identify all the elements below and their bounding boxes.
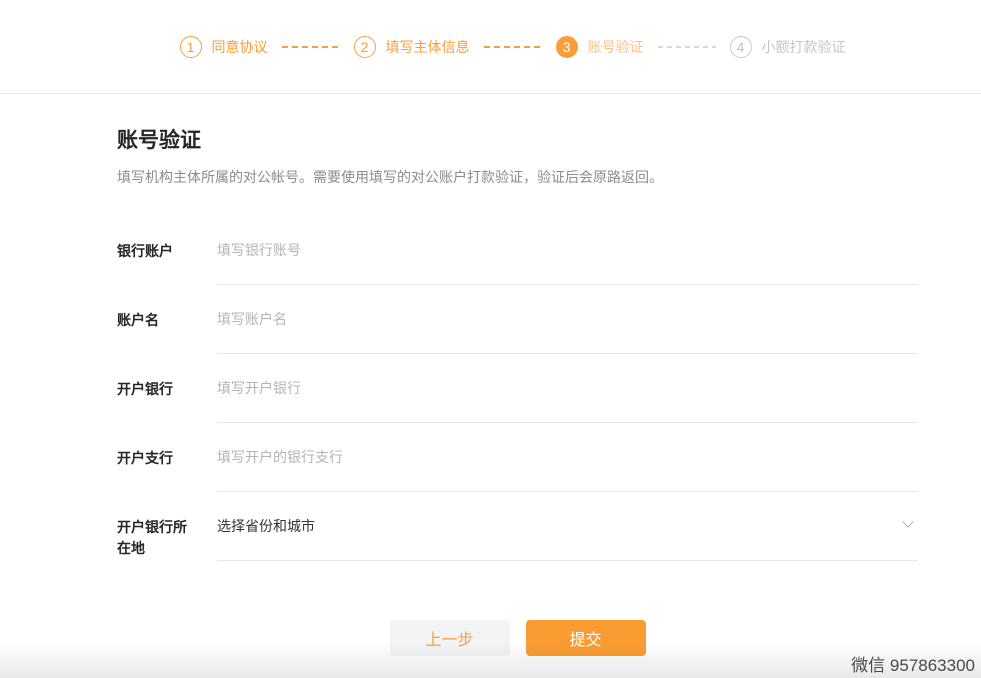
- region-select-value: 选择省份和城市: [217, 518, 315, 534]
- form-row-bank-account: 银行账户: [117, 216, 918, 285]
- step-2-label: 填写主体信息: [385, 38, 470, 55]
- step-entity-info: 2 填写主体信息: [353, 35, 470, 58]
- step-2-circle: 2: [353, 35, 376, 58]
- page-title: 账号验证: [117, 129, 201, 152]
- step-4-label: 小额打款验证: [761, 38, 846, 55]
- account-name-label: 账户名: [117, 312, 159, 328]
- step-4-circle: 4: [729, 35, 752, 58]
- previous-step-button[interactable]: 上一步: [389, 620, 510, 656]
- bank-account-form: 银行账户 账户名 开户银行 开户支行 开户银行所在地: [117, 216, 918, 561]
- step-payment-verify: 4 小额打款验证: [729, 35, 846, 58]
- chevron-down-icon: [902, 516, 914, 528]
- bank-name-label: 开户银行: [117, 381, 173, 397]
- form-row-bank-branch: 开户支行: [117, 423, 918, 492]
- main-content: 账号验证 填写机构主体所属的对公帐号。需要使用填写的对公账户打款验证，验证后会原…: [117, 130, 918, 656]
- step-connector: [281, 45, 340, 48]
- progress-stepper: 1 同意协议 2 填写主体信息 3 账号验证 4 小额打款验证: [179, 35, 846, 58]
- submit-button[interactable]: 提交: [525, 620, 646, 656]
- step-3-label: 账号验证: [587, 38, 644, 55]
- bank-branch-input[interactable]: [217, 447, 918, 468]
- step-3-circle: 3: [555, 35, 578, 58]
- bank-name-control: [217, 354, 918, 423]
- step-agree-agreement: 1 同意协议: [179, 35, 268, 58]
- step-connector: [483, 45, 542, 48]
- step-connector: [657, 45, 716, 48]
- form-row-bank-name: 开户银行: [117, 354, 918, 423]
- bank-branch-label: 开户支行: [117, 450, 173, 466]
- region-select[interactable]: 选择省份和城市: [217, 492, 918, 561]
- account-name-input[interactable]: [217, 309, 918, 330]
- step-1-circle: 1: [179, 35, 202, 58]
- step-1-label: 同意协议: [211, 38, 268, 55]
- page-description: 填写机构主体所属的对公帐号。需要使用填写的对公账户打款验证，验证后会原路返回。: [117, 169, 663, 185]
- bank-branch-control: [217, 423, 918, 492]
- bank-name-input[interactable]: [217, 378, 918, 399]
- account-name-control: [217, 285, 918, 354]
- bank-region-label: 开户银行所在地: [117, 519, 187, 556]
- form-actions: 上一步 提交: [117, 620, 918, 656]
- stepper-header: 1 同意协议 2 填写主体信息 3 账号验证 4 小额打款验证: [0, 0, 981, 94]
- bank-account-control: [217, 216, 918, 285]
- form-row-bank-region: 开户银行所在地 选择省份和城市: [117, 492, 918, 561]
- bank-account-input[interactable]: [217, 240, 918, 261]
- form-row-account-name: 账户名: [117, 285, 918, 354]
- bank-account-label: 银行账户: [117, 243, 173, 259]
- step-account-verify: 3 账号验证: [555, 35, 644, 58]
- watermark-text: 微信 957863300: [851, 656, 975, 675]
